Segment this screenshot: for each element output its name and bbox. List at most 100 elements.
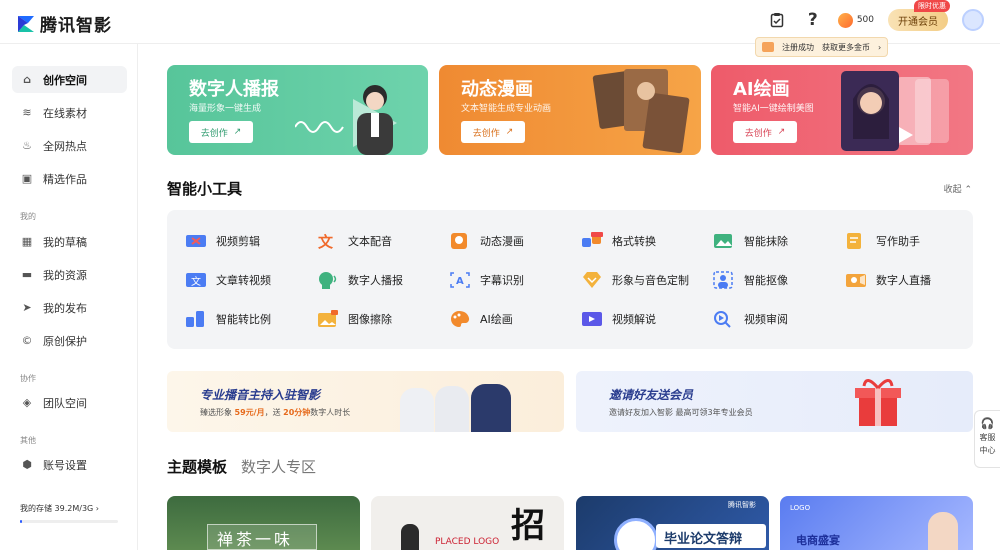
banner-digital-human[interactable]: 数字人播报 海量形象一键生成 去创作 ↗	[167, 65, 428, 155]
coin-balance[interactable]: 500	[837, 12, 874, 28]
help-icon[interactable]: ?	[802, 9, 824, 31]
tool-video-commentary[interactable]: 视频解说	[581, 310, 656, 328]
digital-human-illustration	[295, 85, 397, 155]
tool-ai-drawing[interactable]: AI绘画	[449, 310, 513, 328]
chevron-right-icon: ›	[878, 42, 882, 52]
button-label: 去创作	[744, 128, 772, 139]
promo-subtitle: 邀请好友加入智影 最高可领3年专业会员	[609, 408, 753, 417]
vip-promo-badge: 限时优惠	[914, 0, 950, 12]
tool-image-erase[interactable]: 图像擦除	[317, 310, 392, 328]
customer-service-button[interactable]: 🎧 客服 中心	[974, 410, 1000, 468]
tip-right: 获取更多金币	[822, 42, 870, 52]
template-card-ecommerce[interactable]: LOGO 电商盛宴	[780, 496, 973, 550]
template-logo-text: LOGO	[790, 504, 811, 512]
banner-title: AI绘画	[733, 79, 790, 100]
banner-create-button[interactable]: 去创作 ↗	[189, 121, 253, 143]
template-card-recruit[interactable]: PLACED LOGO 招	[371, 496, 564, 550]
sidebar-item-drafts[interactable]: ▦ 我的草稿	[12, 228, 127, 255]
chevron-up-icon: ⌃	[964, 185, 972, 195]
storage-progress-fill	[20, 520, 22, 523]
sidebar-item-label: 我的草稿	[43, 235, 87, 249]
tool-video-review[interactable]: 视频审阅	[713, 310, 788, 328]
sidebar-item-online-assets[interactable]: ≋ 在线素材	[12, 99, 127, 126]
tool-writing-assistant[interactable]: 写作助手	[845, 232, 920, 250]
arrow-up-right-icon: ↗	[233, 127, 242, 137]
sidebar-item-resources[interactable]: ▬ 我的资源	[12, 261, 127, 288]
tool-subtitle-recognition[interactable]: A 字幕识别	[449, 271, 524, 289]
promo-subtitle: 臻选形象 59元/月，送 20分钟数字人时长	[200, 407, 350, 418]
sidebar-item-label: 精选作品	[43, 172, 87, 186]
tool-video-edit[interactable]: 视频剪辑	[185, 232, 260, 250]
template-card-tea[interactable]: 禅茶一味	[167, 496, 360, 550]
sidebar-item-copyright[interactable]: © 原创保护	[12, 327, 127, 354]
template-title: 禅茶一味	[217, 530, 294, 549]
tool-digital-human-live[interactable]: 数字人直播	[845, 271, 931, 289]
sidebar-item-published[interactable]: ➤ 我的发布	[12, 294, 127, 321]
article-video-icon: 文	[186, 273, 206, 288]
tool-label: 数字人直播	[876, 274, 931, 287]
banner-create-button[interactable]: 去创作 ↗	[461, 121, 525, 143]
tool-label: 文章转视频	[216, 274, 271, 287]
comic-illustration	[592, 69, 690, 154]
group-label-other: 其他	[20, 436, 36, 445]
sidebar-item-hot-topics[interactable]: ♨ 全网热点	[12, 132, 127, 159]
template-card-thesis[interactable]: 腾讯智影 毕业论文答辩	[576, 496, 769, 550]
group-label-mine: 我的	[20, 212, 36, 221]
send-icon: ➤	[22, 301, 32, 314]
tool-format-convert[interactable]: 格式转换	[581, 232, 656, 250]
open-vip-button[interactable]: 开通会员 限时优惠	[888, 0, 950, 31]
tool-avatar-voice-custom[interactable]: 形象与音色定制	[581, 271, 689, 289]
tool-text-dubbing[interactable]: 文 文本配音	[317, 232, 392, 250]
sidebar-item-account-settings[interactable]: ⬢ 账号设置	[12, 451, 127, 478]
logo[interactable]: 腾讯智影	[16, 11, 112, 36]
tool-smart-matting[interactable]: 智能抠像	[713, 271, 788, 289]
sidebar-item-featured-works[interactable]: ▣ 精选作品	[12, 165, 127, 192]
promo-anchor-join[interactable]: 专业播音主持入驻智影 臻选形象 59元/月，送 20分钟数字人时长	[167, 371, 564, 432]
template-brand: 腾讯智影	[728, 501, 756, 509]
tab-digital-human-zone[interactable]: 数字人专区	[241, 456, 316, 477]
image-erase-icon	[714, 234, 732, 248]
storage-info[interactable]: 我的存储 39.2M/3G ›	[20, 503, 99, 514]
tool-article-to-video[interactable]: 文 文章转视频	[185, 271, 271, 289]
register-success-tip[interactable]: 注册成功 获取更多金币 ›	[755, 37, 888, 57]
chevron-right-icon: ›	[95, 504, 99, 513]
copyright-icon: ©	[21, 334, 33, 347]
tool-smart-erase[interactable]: 智能抹除	[713, 232, 788, 250]
banner-ai-drawing[interactable]: AI绘画 智能AI一键绘制美图 去创作 ↗	[711, 65, 973, 155]
comic-icon	[451, 233, 467, 249]
tool-label: 形象与音色定制	[612, 274, 689, 287]
palette-icon	[451, 311, 470, 327]
tool-label: 文本配音	[348, 235, 392, 248]
search-review-icon	[714, 311, 731, 328]
writing-icon	[847, 233, 861, 249]
user-avatar[interactable]	[962, 9, 984, 31]
image-eraser-icon	[318, 310, 338, 327]
sidebar-item-creation-space[interactable]: ⌂ 创作空间	[12, 66, 127, 93]
sidebar-item-team-space[interactable]: ◈ 团队空间	[12, 389, 127, 416]
service-label: 客服	[979, 433, 996, 442]
collapse-button[interactable]: 收起 ⌃	[944, 182, 972, 195]
clipboard-icon[interactable]	[766, 9, 788, 31]
sidebar-item-label: 在线素材	[43, 106, 87, 120]
tool-digital-human-broadcast[interactable]: 数字人播报	[317, 271, 403, 289]
coin-count: 500	[856, 15, 874, 25]
tool-label: 图像擦除	[348, 313, 392, 326]
anchor-person-3	[471, 384, 511, 432]
template-title: 毕业论文答辩	[664, 532, 743, 547]
svg-text:文: 文	[191, 275, 201, 288]
headset-icon: 🎧	[980, 417, 995, 430]
group-label-collab: 协作	[20, 374, 36, 383]
banner-create-button[interactable]: 去创作 ↗	[733, 121, 797, 143]
template-tabs: 主题模板 数字人专区	[167, 456, 316, 477]
tool-smart-aspect-ratio[interactable]: 智能转比例	[185, 310, 271, 328]
gift-box-illustration	[855, 379, 901, 426]
banner-dynamic-comic[interactable]: 动态漫画 文本智能生成专业动画 去创作 ↗	[439, 65, 701, 155]
tool-label: 智能抹除	[744, 235, 788, 248]
storage-value: 39.2M/3G	[54, 504, 94, 513]
sidebar-item-label: 全网热点	[43, 139, 87, 153]
tool-label: 动态漫画	[480, 235, 524, 248]
tab-theme-templates[interactable]: 主题模板	[167, 456, 227, 477]
tool-dynamic-comic[interactable]: 动态漫画	[449, 232, 524, 250]
promo-invite-friends[interactable]: 邀请好友送会员 邀请好友加入智影 最高可领3年专业会员	[576, 371, 973, 432]
video-icon: ▣	[21, 172, 33, 185]
